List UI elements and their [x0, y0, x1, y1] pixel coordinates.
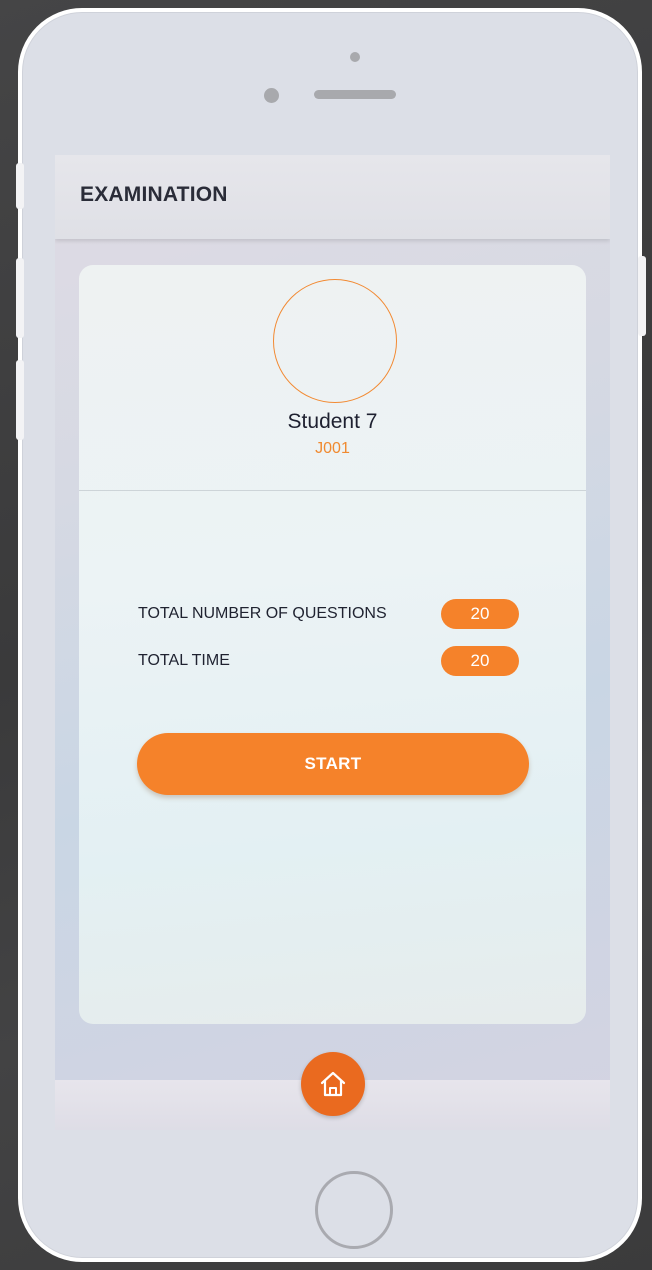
hardware-home-button	[315, 1171, 393, 1249]
volume-up-button	[16, 258, 24, 338]
exam-card: Student 7 J001 TOTAL NUMBER OF QUESTIONS…	[79, 265, 586, 1024]
volume-down-button	[16, 360, 24, 440]
total-time-label: TOTAL TIME	[138, 652, 230, 669]
start-button[interactable]: START	[137, 733, 529, 795]
earpiece-speaker	[314, 90, 396, 99]
divider	[79, 490, 586, 491]
app-screen: EXAMINATION Student 7 J001 TOTAL NUMBER …	[55, 155, 610, 1130]
app-bar: EXAMINATION	[55, 155, 610, 239]
page-title: EXAMINATION	[80, 183, 228, 206]
sensor-dot	[350, 52, 360, 62]
total-time-badge: 20	[441, 646, 519, 676]
total-questions-badge: 20	[441, 599, 519, 629]
student-id: J001	[315, 440, 350, 457]
front-camera	[264, 88, 279, 103]
avatar	[273, 279, 397, 403]
student-name: Student 7	[287, 410, 378, 433]
total-questions-label: TOTAL NUMBER OF QUESTIONS	[138, 605, 387, 622]
mute-switch	[16, 163, 24, 209]
power-button	[638, 256, 646, 336]
home-button[interactable]	[301, 1052, 365, 1116]
home-icon	[320, 1071, 346, 1097]
